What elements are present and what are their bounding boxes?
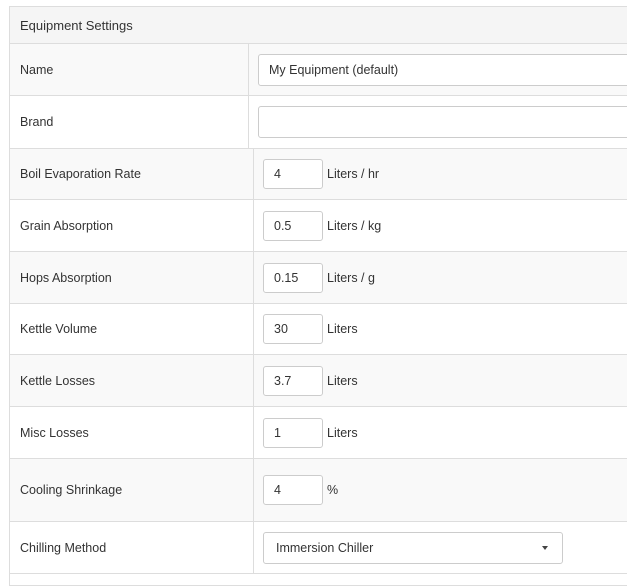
kettle-losses-value-cell: Liters	[254, 355, 627, 406]
row-boil-evaporation-rate: Boil Evaporation Rate Liters / hr	[10, 149, 627, 200]
kettle-volume-unit: Liters	[327, 322, 358, 336]
misc-losses-value-cell: Liters	[254, 407, 627, 458]
chilling-method-value-cell: Immersion Chiller	[254, 522, 627, 573]
cooling-shrinkage-value-cell: %	[254, 459, 627, 521]
name-label: Name	[10, 44, 249, 95]
boil-evaporation-rate-label: Boil Evaporation Rate	[10, 149, 254, 199]
hops-absorption-unit: Liters / g	[327, 270, 375, 285]
row-kettle-losses: Kettle Losses Liters	[10, 355, 627, 407]
row-chilling-method: Chilling Method Immersion Chiller	[10, 522, 627, 574]
cooling-shrinkage-label: Cooling Shrinkage	[10, 459, 254, 521]
brand-value-cell	[249, 96, 627, 148]
grain-absorption-input[interactable]	[263, 210, 323, 241]
row-kettle-volume: Kettle Volume Liters	[10, 304, 627, 355]
row-name: Name	[10, 44, 627, 96]
brand-input[interactable]	[258, 106, 627, 138]
chilling-method-selected-value: Immersion Chiller	[276, 540, 374, 555]
boil-evaporation-rate-value-cell: Liters / hr	[254, 149, 627, 199]
chilling-method-select[interactable]: Immersion Chiller	[263, 531, 563, 564]
panel-title: Equipment Settings	[20, 17, 133, 33]
row-misc-losses: Misc Losses Liters	[10, 407, 627, 459]
grain-absorption-value-cell: Liters / kg	[254, 200, 627, 251]
row-brand: Brand	[10, 96, 627, 149]
equipment-settings-panel: Equipment Settings Name Brand Boil Evapo…	[9, 6, 627, 586]
grain-absorption-label: Grain Absorption	[10, 200, 254, 251]
brand-label: Brand	[10, 96, 249, 148]
chevron-down-icon	[542, 545, 548, 550]
misc-losses-input[interactable]	[263, 417, 323, 448]
boil-evaporation-rate-input[interactable]	[263, 159, 323, 189]
panel-header: Equipment Settings	[10, 7, 627, 44]
hops-absorption-value-cell: Liters / g	[254, 252, 627, 303]
misc-losses-label: Misc Losses	[10, 407, 254, 458]
name-input[interactable]	[258, 53, 627, 86]
kettle-volume-input[interactable]	[263, 314, 323, 344]
kettle-losses-input[interactable]	[263, 365, 323, 396]
row-hops-absorption: Hops Absorption Liters / g	[10, 252, 627, 304]
row-grain-absorption: Grain Absorption Liters / kg	[10, 200, 627, 252]
kettle-losses-unit: Liters	[327, 373, 358, 388]
grain-absorption-unit: Liters / kg	[327, 218, 382, 233]
boil-evaporation-rate-unit: Liters / hr	[327, 167, 380, 181]
name-value-cell	[249, 44, 627, 95]
chilling-method-label: Chilling Method	[10, 522, 254, 573]
cooling-shrinkage-unit: %	[327, 483, 339, 497]
kettle-losses-label: Kettle Losses	[10, 355, 254, 406]
row-cooling-shrinkage: Cooling Shrinkage %	[10, 459, 627, 522]
cooling-shrinkage-input[interactable]	[263, 475, 323, 505]
hops-absorption-input[interactable]	[263, 262, 323, 293]
hops-absorption-label: Hops Absorption	[10, 252, 254, 303]
misc-losses-unit: Liters	[327, 425, 358, 440]
kettle-volume-value-cell: Liters	[254, 304, 627, 354]
kettle-volume-label: Kettle Volume	[10, 304, 254, 354]
